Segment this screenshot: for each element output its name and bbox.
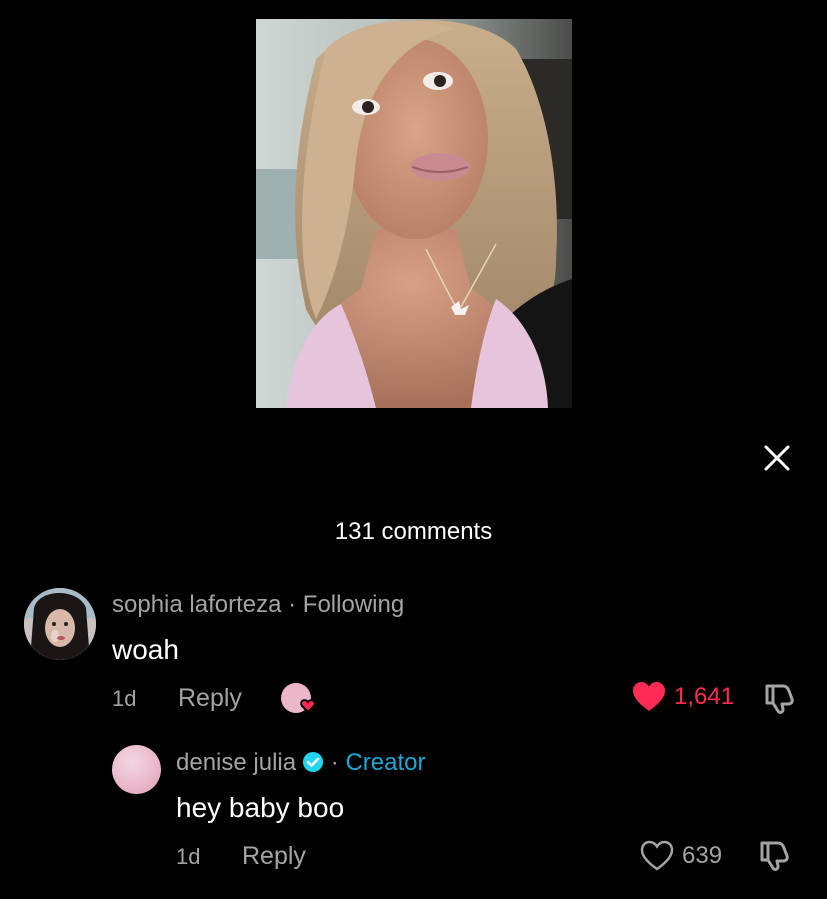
avatar[interactable] — [24, 588, 96, 660]
comment-text: woah — [112, 634, 179, 665]
thumbs-down-icon — [765, 684, 794, 714]
heart-outline-icon — [640, 840, 674, 871]
comment-meta: sophia laforteza · Following — [112, 591, 404, 619]
reply-button[interactable]: Reply — [178, 684, 242, 713]
video-preview[interactable] — [256, 19, 572, 408]
heart-filled-icon — [633, 682, 665, 711]
verified-badge-icon — [302, 751, 324, 780]
reply-username[interactable]: denise julia — [176, 749, 296, 776]
like-count: 1,641 — [674, 683, 735, 710]
close-button[interactable] — [760, 441, 794, 475]
avatar[interactable] — [112, 745, 161, 794]
creator-label: Creator — [345, 749, 426, 776]
like-button[interactable]: 639 — [640, 840, 722, 872]
like-count: 639 — [682, 842, 723, 869]
thumbs-down-icon — [760, 841, 789, 871]
meta-separator: · — [330, 749, 339, 776]
close-icon — [764, 445, 790, 471]
video-thumbnail-image — [256, 19, 572, 408]
reply-button[interactable]: Reply — [242, 842, 306, 871]
following-label: Following — [302, 591, 405, 618]
liked-by-creator-badge — [280, 682, 320, 718]
dislike-button[interactable] — [763, 681, 797, 720]
dislike-button[interactable] — [758, 838, 792, 877]
reply-text: hey baby boo — [176, 792, 345, 823]
comment-username[interactable]: sophia laforteza — [112, 591, 281, 618]
reply-meta: denise julia · Creator — [176, 749, 425, 780]
like-button[interactable]: 1,641 — [632, 681, 734, 713]
comment-age: 1d — [112, 686, 137, 711]
comments-count-title: 131 comments — [334, 518, 493, 545]
avatar-image — [24, 588, 96, 660]
meta-separator: · — [288, 591, 297, 618]
reply-age: 1d — [176, 844, 201, 869]
creator-heart-icon — [281, 683, 316, 714]
